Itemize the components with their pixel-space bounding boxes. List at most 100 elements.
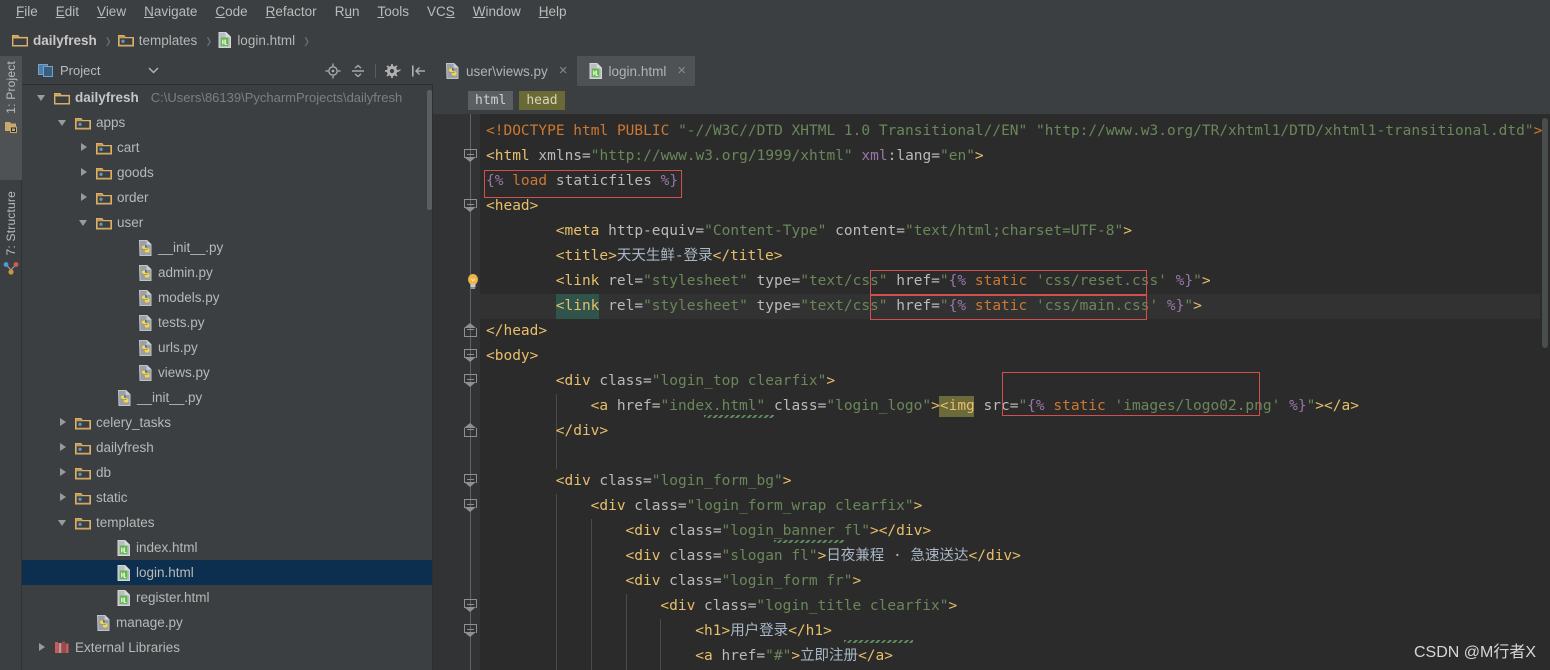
tree-row-user[interactable]: user xyxy=(22,210,433,235)
collapse-all-icon[interactable] xyxy=(350,63,366,79)
code-line-17[interactable]: <div class="login_banner fl"></div> xyxy=(480,519,932,544)
intention-bulb-icon[interactable] xyxy=(466,273,480,289)
breadcrumb-item-templates[interactable]: templates xyxy=(116,33,200,48)
code-line-4[interactable]: <head> xyxy=(480,194,538,219)
code-line-20[interactable]: <div class="login_title clearfix"> xyxy=(480,594,957,619)
menu-item-window[interactable]: Window xyxy=(465,1,529,23)
breadcrumb-item-dailyfresh[interactable]: dailyfresh xyxy=(10,33,99,48)
code-line-11[interactable]: <div class="login_top clearfix"> xyxy=(480,369,835,394)
tree-toggle-collapsed[interactable] xyxy=(57,416,70,429)
code-line-5[interactable]: <meta http-equiv="Content-Type" content=… xyxy=(480,219,1132,244)
tree-row-__init__-py[interactable]: __init__.py xyxy=(22,385,433,410)
tree-toggle-expanded[interactable] xyxy=(57,516,70,529)
code-line-15[interactable]: <div class="login_form_bg"> xyxy=(480,469,792,494)
tree-row-order[interactable]: order xyxy=(22,185,433,210)
code-editor[interactable]: <!DOCTYPE html PUBLIC "-//W3C//DTD XHTML… xyxy=(433,114,1550,670)
code-line-16[interactable]: <div class="login_form_wrap clearfix"> xyxy=(480,494,923,519)
tree-row-manage-py[interactable]: manage.py xyxy=(22,610,433,635)
tree-row-dailyfresh[interactable]: dailyfresh xyxy=(22,435,433,460)
fold-marker[interactable] xyxy=(464,323,477,337)
code-line-10[interactable]: <body> xyxy=(480,344,538,369)
tree-toggle-collapsed[interactable] xyxy=(78,166,91,179)
tree-row-urls-py[interactable]: urls.py xyxy=(22,335,433,360)
menu-item-view[interactable]: View xyxy=(89,1,134,23)
rail-button-project[interactable]: 1: Project xyxy=(0,56,22,180)
fold-marker[interactable] xyxy=(464,349,477,362)
code-line-14[interactable] xyxy=(480,444,486,469)
menu-item-edit[interactable]: Edit xyxy=(48,1,87,23)
menu-item-vcs[interactable]: VCS xyxy=(419,1,463,23)
tree-row-__init__-py[interactable]: __init__.py xyxy=(22,235,433,260)
structure-chip-html[interactable]: html xyxy=(468,90,514,110)
code-line-6[interactable]: <title>天天生鲜-登录</title> xyxy=(480,244,783,269)
code-line-2[interactable]: <html xmlns="http://www.w3.org/1999/xhtm… xyxy=(480,144,984,169)
code-line-7[interactable]: <link rel="stylesheet" type="text/css" h… xyxy=(480,269,1211,294)
tree-row-tests-py[interactable]: tests.py xyxy=(22,310,433,335)
tree-toggle-expanded[interactable] xyxy=(36,91,49,104)
tree-row-celery_tasks[interactable]: celery_tasks xyxy=(22,410,433,435)
tree-toggle-expanded[interactable] xyxy=(57,116,70,129)
fold-marker[interactable] xyxy=(464,423,477,437)
tree-toggle-collapsed[interactable] xyxy=(36,641,49,654)
code-line-22[interactable]: <a href="#">立即注册</a> xyxy=(480,644,893,669)
tree-row-templates[interactable]: templates xyxy=(22,510,433,535)
tree-toggle-collapsed[interactable] xyxy=(57,441,70,454)
fold-marker[interactable] xyxy=(464,374,477,387)
tree-row-db[interactable]: db xyxy=(22,460,433,485)
fold-marker[interactable] xyxy=(464,624,477,637)
code-line-18[interactable]: <div class="slogan fl">日夜兼程 · 急速送达</div> xyxy=(480,544,1021,569)
rail-button-structure[interactable]: 7: Structure xyxy=(0,186,22,306)
tree-row-external-libraries[interactable]: External Libraries xyxy=(22,635,433,660)
fold-marker[interactable] xyxy=(464,474,477,487)
fold-marker[interactable] xyxy=(464,499,477,512)
tree-row-models-py[interactable]: models.py xyxy=(22,285,433,310)
code-line-12[interactable]: <a href="index.html" class="login_logo">… xyxy=(480,394,1359,419)
editor-scrollbar-thumb[interactable] xyxy=(1542,118,1548,348)
project-selector[interactable]: Project xyxy=(22,56,159,85)
project-tree[interactable]: dailyfresh C:\Users\86139\PycharmProjects… xyxy=(22,85,433,670)
tree-row-apps[interactable]: apps xyxy=(22,110,433,135)
code-line-19[interactable]: <div class="login_form fr"> xyxy=(480,569,862,594)
menu-item-tools[interactable]: Tools xyxy=(369,1,417,23)
gear-icon[interactable] xyxy=(385,63,402,79)
editor-tab-user-views-py[interactable]: user\views.py × xyxy=(433,56,577,86)
tree-row-cart[interactable]: cart xyxy=(22,135,433,160)
project-scrollbar[interactable] xyxy=(427,90,432,210)
tree-toggle-expanded[interactable] xyxy=(78,216,91,229)
fold-marker[interactable] xyxy=(464,199,477,212)
code-line-9[interactable]: </head> xyxy=(480,319,547,344)
breadcrumb-item-login-html[interactable]: login.html xyxy=(216,32,297,48)
code-line-13[interactable]: </div> xyxy=(480,419,608,444)
editor-tab-login-html[interactable]: login.html × xyxy=(576,56,696,86)
tree-toggle-collapsed[interactable] xyxy=(57,466,70,479)
menu-item-help[interactable]: Help xyxy=(531,1,575,23)
tree-row-register-html[interactable]: register.html xyxy=(22,585,433,610)
menu-item-code[interactable]: Code xyxy=(207,1,255,23)
tree-row-admin-py[interactable]: admin.py xyxy=(22,260,433,285)
locate-file-icon[interactable] xyxy=(325,63,341,79)
code-line-1[interactable]: <!DOCTYPE html PUBLIC "-//W3C//DTD XHTML… xyxy=(480,119,1542,144)
tree-toggle-collapsed[interactable] xyxy=(78,141,91,154)
chevron-down-icon[interactable] xyxy=(148,66,159,74)
tree-toggle-collapsed[interactable] xyxy=(78,191,91,204)
code-line-8[interactable]: <link rel="stylesheet" type="text/css" h… xyxy=(480,294,1202,319)
menu-item-navigate[interactable]: Navigate xyxy=(136,1,205,23)
tree-row-login-html[interactable]: login.html xyxy=(22,560,433,585)
close-icon[interactable]: × xyxy=(559,63,568,78)
tree-row-static[interactable]: static xyxy=(22,485,433,510)
hide-panel-icon[interactable] xyxy=(411,64,427,78)
tree-toggle-collapsed[interactable] xyxy=(57,491,70,504)
tree-row-goods[interactable]: goods xyxy=(22,160,433,185)
menu-item-refactor[interactable]: Refactor xyxy=(258,1,325,23)
menu-item-file[interactable]: File xyxy=(8,1,46,23)
fold-marker[interactable] xyxy=(464,149,477,162)
close-icon[interactable]: × xyxy=(677,63,686,78)
code-content[interactable]: <!DOCTYPE html PUBLIC "-//W3C//DTD XHTML… xyxy=(433,114,1550,670)
tree-row-views-py[interactable]: views.py xyxy=(22,360,433,385)
menu-item-run[interactable]: Run xyxy=(327,1,368,23)
fold-marker[interactable] xyxy=(464,599,477,612)
tree-row-index-html[interactable]: index.html xyxy=(22,535,433,560)
structure-chip-head[interactable]: head xyxy=(519,90,565,110)
code-line-21[interactable]: <h1>用户登录</h1> xyxy=(480,619,832,644)
code-line-3[interactable]: {% load staticfiles %} xyxy=(480,169,678,194)
